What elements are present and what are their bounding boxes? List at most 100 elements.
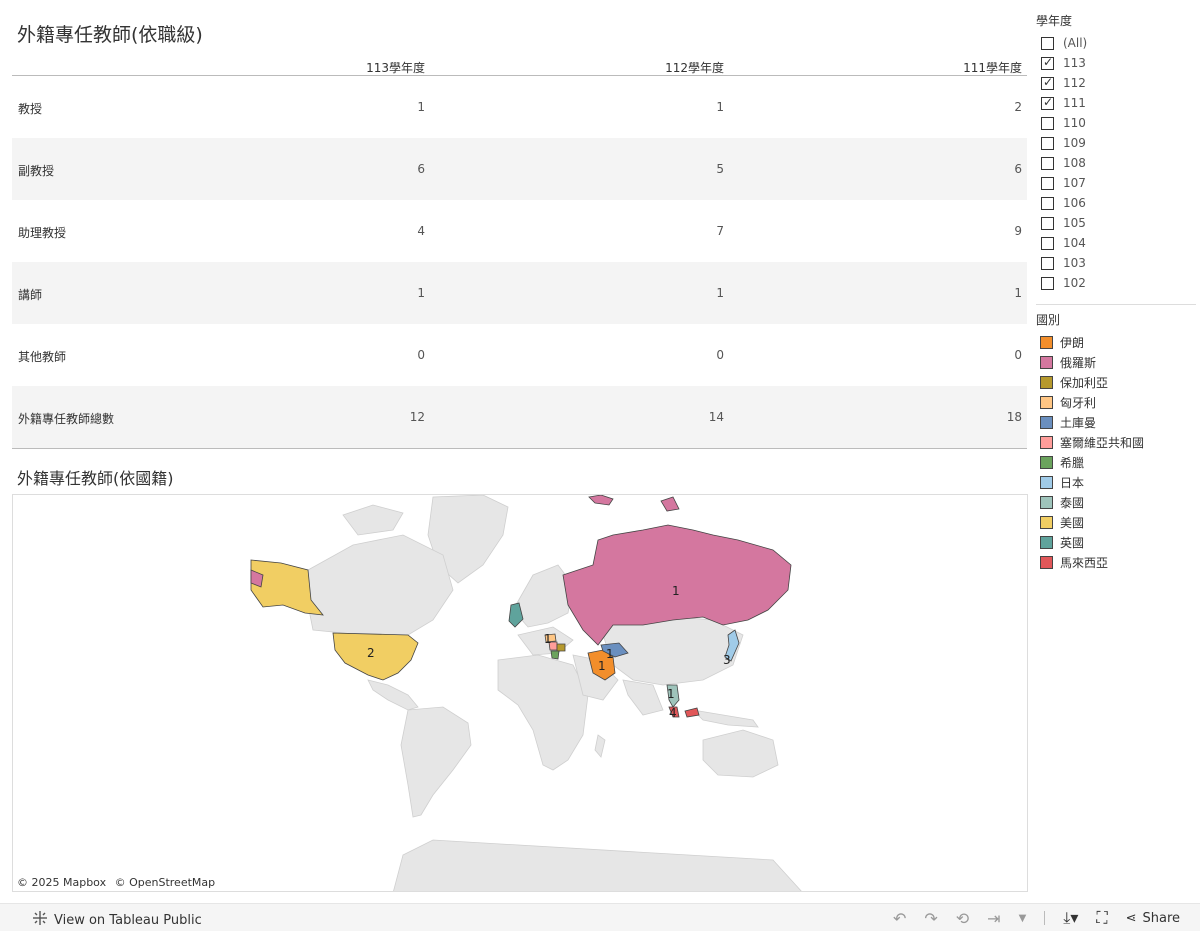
rank-table: 113學年度 112學年度 111學年度 教授 1 1 2 副教授 6 5 6 …	[12, 55, 1027, 449]
legend-label: 日本	[1060, 475, 1085, 490]
filter-item-106[interactable]: 106	[1036, 193, 1196, 213]
share-label: Share	[1142, 910, 1180, 926]
revert-icon[interactable]: ⟲	[956, 909, 969, 928]
share-icon: ⋖	[1125, 910, 1137, 926]
checkbox[interactable]	[1041, 176, 1054, 190]
legend-item[interactable]: 匈牙利	[1036, 392, 1196, 412]
cell-value: 5	[716, 162, 724, 176]
filter-item-all[interactable]: (All)	[1036, 33, 1196, 53]
map-attribution: © 2025 Mapbox © OpenStreetMap	[17, 876, 220, 889]
legend-item[interactable]: 伊朗	[1036, 332, 1196, 352]
checkbox[interactable]	[1041, 55, 1054, 70]
cell-value: 14	[708, 410, 724, 424]
download-icon[interactable]: ⤓▾	[1063, 908, 1078, 928]
filter-label: 107	[1063, 176, 1086, 190]
filter-item-103[interactable]: 103	[1036, 253, 1196, 273]
fullscreen-icon[interactable]: ⛶	[1096, 908, 1107, 928]
map-label-malaysia: 4	[669, 706, 677, 720]
cell-value: 18	[1006, 410, 1022, 424]
legend-swatch	[1040, 335, 1053, 349]
table-row[interactable]: 教授 1 1 2	[12, 76, 1027, 138]
cell-value: 0	[716, 348, 724, 362]
col-header-112[interactable]: 112學年度	[665, 59, 724, 76]
table-row[interactable]: 助理教授 4 7 9	[12, 200, 1027, 262]
world-map[interactable]: 1 2 1 1 3 1 4 1 © 2025 Mapbox © OpenStre…	[12, 494, 1028, 892]
refresh-icon[interactable]: ⇥	[987, 909, 1000, 928]
filter-label: 104	[1063, 236, 1086, 250]
checkbox[interactable]	[1041, 216, 1054, 230]
cell-value: 12	[409, 410, 425, 424]
table-row-total[interactable]: 外籍專任教師總數 12 14 18	[12, 386, 1027, 448]
mapbox-attribution[interactable]: © 2025 Mapbox	[17, 876, 106, 889]
filter-item-107[interactable]: 107	[1036, 173, 1196, 193]
filter-item-105[interactable]: 105	[1036, 213, 1196, 233]
legend-item[interactable]: 塞爾維亞共和國	[1036, 432, 1196, 452]
filter-item-102[interactable]: 102	[1036, 273, 1196, 293]
table-title: 外籍專任教師(依職級)	[17, 24, 203, 46]
checkbox[interactable]	[1041, 116, 1054, 130]
legend-item[interactable]: 美國	[1036, 512, 1196, 532]
legend-item[interactable]: 保加利亞	[1036, 372, 1196, 392]
legend-item[interactable]: 馬來西亞	[1036, 552, 1196, 572]
legend-swatch	[1040, 415, 1053, 429]
checkbox[interactable]	[1041, 256, 1054, 270]
undo-icon[interactable]: ↶	[893, 909, 906, 928]
filter-label: 113	[1063, 56, 1086, 70]
legend-item[interactable]: 日本	[1036, 472, 1196, 492]
redo-icon[interactable]: ↷	[924, 909, 937, 928]
filter-label: 103	[1063, 256, 1086, 270]
filter-item-111[interactable]: 111	[1036, 93, 1196, 113]
cell-value: 1	[716, 286, 724, 300]
filter-item-113[interactable]: 113	[1036, 53, 1196, 73]
filter-item-110[interactable]: 110	[1036, 113, 1196, 133]
view-on-tableau-link[interactable]: View on Tableau Public	[32, 910, 202, 930]
checkbox[interactable]	[1041, 156, 1054, 170]
legend-swatch	[1040, 515, 1053, 529]
cell-value: 9	[1014, 224, 1022, 238]
pause-dropdown-icon[interactable]: ▼	[1019, 913, 1027, 924]
osm-attribution[interactable]: © OpenStreetMap	[115, 876, 216, 889]
col-header-111[interactable]: 111學年度	[963, 59, 1022, 76]
legend-label: 保加利亞	[1060, 375, 1109, 390]
share-button[interactable]: ⋖ Share	[1126, 911, 1180, 926]
legend-label: 匈牙利	[1060, 395, 1097, 410]
cell-value: 0	[1014, 348, 1022, 362]
year-filter-list[interactable]: (All) 113 112 111 110 109 108 107 106 10…	[1036, 33, 1196, 305]
legend-item[interactable]: 泰國	[1036, 492, 1196, 512]
checkbox[interactable]	[1041, 236, 1054, 250]
legend-item[interactable]: 土庫曼	[1036, 412, 1196, 432]
filter-label: 109	[1063, 136, 1086, 150]
filter-item-112[interactable]: 112	[1036, 73, 1196, 93]
filter-item-108[interactable]: 108	[1036, 153, 1196, 173]
row-label: 講師	[18, 288, 43, 302]
filter-label: (All)	[1063, 36, 1088, 50]
col-header-113[interactable]: 113學年度	[366, 59, 425, 76]
cell-value: 1	[716, 100, 724, 114]
map-canvas[interactable]: 1 2 1 1 3 1 4 1	[13, 495, 1028, 892]
legend-item[interactable]: 俄羅斯	[1036, 352, 1196, 372]
checkbox[interactable]	[1041, 95, 1054, 110]
legend-swatch	[1040, 495, 1053, 509]
checkbox[interactable]	[1041, 36, 1054, 50]
checkbox[interactable]	[1041, 196, 1054, 210]
cell-value: 4	[417, 224, 425, 238]
row-label: 助理教授	[18, 226, 67, 240]
table-row[interactable]: 副教授 6 5 6	[12, 138, 1027, 200]
legend-item[interactable]: 英國	[1036, 532, 1196, 552]
filter-label: 102	[1063, 276, 1086, 290]
legend-label: 伊朗	[1060, 335, 1085, 350]
filter-item-104[interactable]: 104	[1036, 233, 1196, 253]
checkbox[interactable]	[1041, 276, 1054, 290]
checkbox[interactable]	[1041, 75, 1054, 90]
legend-item[interactable]: 希臘	[1036, 452, 1196, 472]
year-filter-title: 學年度	[1036, 14, 1073, 28]
checkbox[interactable]	[1041, 136, 1054, 150]
legend-label: 俄羅斯	[1060, 355, 1097, 370]
cell-value: 7	[716, 224, 724, 238]
legend-swatch	[1040, 375, 1053, 389]
legend-label: 希臘	[1060, 455, 1085, 470]
filter-item-109[interactable]: 109	[1036, 133, 1196, 153]
map-label-thailand: 1	[667, 687, 675, 701]
table-row[interactable]: 其他教師 0 0 0	[12, 324, 1027, 386]
table-row[interactable]: 講師 1 1 1	[12, 262, 1027, 324]
